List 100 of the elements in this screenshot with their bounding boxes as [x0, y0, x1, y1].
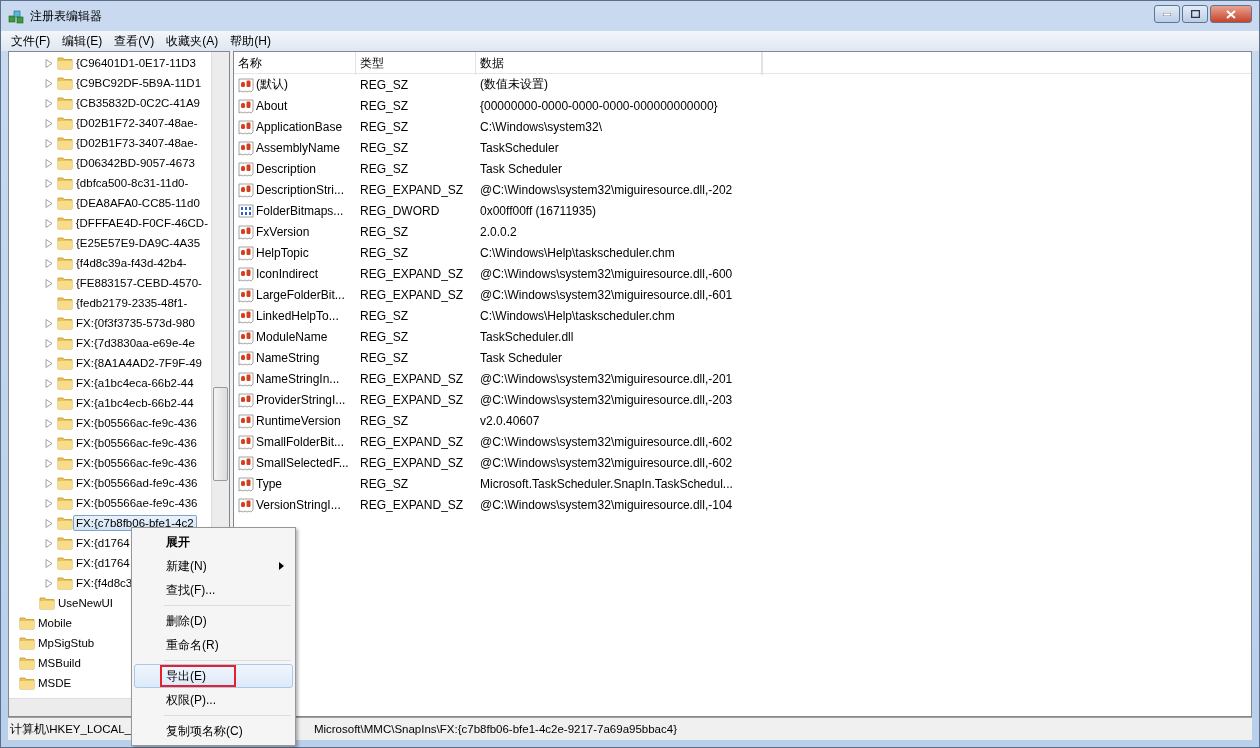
expand-arrow-icon[interactable]	[45, 58, 53, 68]
string-value-icon	[238, 433, 254, 450]
tree-item[interactable]: {fedb2179-2335-48f1-	[73, 295, 191, 311]
value-name[interactable]: NameString	[256, 350, 320, 365]
tree-item[interactable]: {DFFFAE4D-F0CF-46CD-	[72, 215, 211, 231]
tree-item[interactable]: {FE883157-CEBD-4570-	[73, 275, 205, 291]
expand-arrow-icon[interactable]	[45, 558, 53, 568]
value-name[interactable]: FolderBitmaps...	[256, 203, 344, 218]
expand-arrow-icon[interactable]	[45, 538, 53, 548]
expand-arrow-icon[interactable]	[45, 118, 53, 128]
value-name[interactable]: SmallSelectedF...	[256, 455, 349, 470]
value-name[interactable]: FxVersion	[256, 224, 310, 239]
expand-arrow-icon[interactable]	[45, 518, 53, 528]
tree-item[interactable]: FX:{a1bc4eca-66b2-44	[73, 375, 197, 391]
menu-item[interactable]: 查看(V)	[108, 31, 161, 51]
expand-arrow-icon[interactable]	[45, 338, 53, 348]
expand-arrow-icon[interactable]	[45, 238, 53, 248]
menu-item[interactable]: 收藏夹(A)	[160, 31, 225, 51]
value-name[interactable]: ApplicationBase	[256, 119, 343, 134]
value-name[interactable]: SmallFolderBit...	[256, 434, 345, 449]
tree-item[interactable]: UseNewUI	[55, 595, 116, 611]
value-type: REG_SZ	[359, 224, 409, 239]
value-name[interactable]: About	[256, 98, 288, 113]
tree-item[interactable]: {D02B1F72-3407-48ae-	[73, 115, 201, 131]
tree-item[interactable]: {C9BC92DF-5B9A-11D1	[73, 75, 205, 91]
expand-arrow-icon[interactable]	[45, 258, 53, 268]
value-name[interactable]: LinkedHelpTo...	[256, 308, 339, 323]
expand-arrow-icon[interactable]	[45, 398, 53, 408]
expand-arrow-icon[interactable]	[45, 278, 53, 288]
expand-arrow-icon[interactable]	[45, 478, 53, 488]
tree-item[interactable]: FX:{0f3f3735-573d-980	[73, 315, 198, 331]
value-name[interactable]: NameStringIn...	[256, 371, 340, 386]
value-name[interactable]: LargeFolderBit...	[256, 287, 345, 302]
expand-arrow-icon[interactable]	[45, 78, 53, 88]
tree-item[interactable]: {DEA8AFA0-CC85-11d0	[73, 195, 203, 211]
expand-arrow-icon[interactable]	[45, 158, 53, 168]
minimize-button[interactable]	[1154, 5, 1180, 23]
tree-item[interactable]: FX:{b05566ac-fe9c-436	[73, 455, 200, 471]
expand-arrow-icon[interactable]	[45, 178, 53, 188]
context-menu-item[interactable]: 新建(N)	[134, 554, 293, 578]
tree-item[interactable]: MSDE	[35, 675, 75, 691]
value-name[interactable]: ModuleName	[256, 329, 328, 344]
value-name[interactable]: AssemblyName	[256, 140, 341, 155]
value-type: REG_EXPAND_SZ	[359, 287, 465, 302]
value-name[interactable]: DescriptionStri...	[256, 182, 345, 197]
value-name[interactable]: ProviderStringI...	[256, 392, 346, 407]
menu-item[interactable]: 文件(F)	[5, 31, 57, 51]
expand-arrow-icon[interactable]	[45, 578, 53, 588]
expand-arrow-icon[interactable]	[45, 138, 53, 148]
value-name[interactable]: Type	[256, 476, 282, 491]
expand-arrow-icon[interactable]	[45, 98, 53, 108]
expand-arrow-icon[interactable]	[45, 378, 53, 388]
tree-item[interactable]: MpSigStub	[35, 635, 98, 651]
tree-item[interactable]: FX:{8A1A4AD2-7F9F-49	[73, 355, 205, 371]
expand-arrow-icon[interactable]	[45, 358, 53, 368]
value-name[interactable]: HelpTopic	[256, 245, 309, 260]
value-name[interactable]: VersionStringI...	[256, 497, 341, 512]
context-menu-item[interactable]: 删除(D)	[134, 609, 293, 633]
context-menu-item[interactable]: 查找(F)...	[134, 578, 293, 602]
expand-arrow-icon[interactable]	[45, 418, 53, 428]
column-header[interactable]: 数据	[476, 52, 762, 75]
expand-arrow-icon[interactable]	[45, 498, 53, 508]
value-name[interactable]: (默认)	[256, 76, 288, 93]
context-menu-item[interactable]: 权限(P)...	[134, 688, 293, 712]
expand-arrow-icon[interactable]	[45, 218, 53, 228]
tree-item[interactable]: Mobile	[35, 615, 75, 631]
expand-arrow-icon[interactable]	[45, 318, 53, 328]
value-type: REG_EXPAND_SZ	[359, 497, 465, 512]
tree-item[interactable]: FX:{b05566ac-fe9c-436	[73, 415, 200, 431]
maximize-button[interactable]	[1182, 5, 1208, 23]
context-menu-item[interactable]: 复制项名称(C)	[134, 719, 293, 743]
value-name[interactable]: Description	[256, 161, 317, 176]
tree-item[interactable]: {D02B1F73-3407-48ae-	[73, 135, 201, 151]
menu-item[interactable]: 帮助(H)	[224, 31, 277, 51]
tree-item[interactable]: FX:{d1764	[73, 535, 133, 551]
value-name[interactable]: IconIndirect	[256, 266, 319, 281]
column-header[interactable]: 名称	[234, 52, 356, 75]
close-button[interactable]	[1210, 5, 1252, 23]
tree-item[interactable]: {CB35832D-0C2C-41A9	[73, 95, 204, 111]
context-menu-item[interactable]: 重命名(R)	[134, 633, 293, 657]
tree-item[interactable]: FX:{7d3830aa-e69e-4e	[73, 335, 198, 351]
tree-item[interactable]: MSBuild	[35, 655, 84, 671]
tree-item[interactable]: {C96401D1-0E17-11D3	[73, 55, 199, 71]
tree-item[interactable]: {D06342BD-9057-4673	[73, 155, 198, 171]
menu-item[interactable]: 编辑(E)	[56, 31, 109, 51]
context-menu-item[interactable]: 展开	[134, 530, 293, 554]
expand-arrow-icon[interactable]	[45, 198, 53, 208]
tree-item[interactable]: FX:{a1bc4ecb-66b2-44	[73, 395, 197, 411]
context-menu-item[interactable]: 导出(E)	[134, 664, 293, 688]
value-name[interactable]: RuntimeVersion	[256, 413, 341, 428]
tree-item[interactable]: {dbfca500-8c31-11d0-	[73, 175, 192, 191]
expand-arrow-icon[interactable]	[45, 438, 53, 448]
tree-item[interactable]: FX:{d1764	[73, 555, 133, 571]
tree-item[interactable]: {E25E57E9-DA9C-4A35	[73, 235, 204, 251]
tree-item[interactable]: FX:{b05566ae-fe9c-436	[73, 495, 201, 511]
tree-item[interactable]: {f4d8c39a-f43d-42b4-	[73, 255, 190, 271]
column-header[interactable]: 类型	[356, 52, 476, 75]
expand-arrow-icon[interactable]	[45, 458, 53, 468]
tree-item[interactable]: FX:{b05566ac-fe9c-436	[73, 435, 200, 451]
tree-item[interactable]: FX:{b05566ad-fe9c-436	[73, 475, 201, 491]
